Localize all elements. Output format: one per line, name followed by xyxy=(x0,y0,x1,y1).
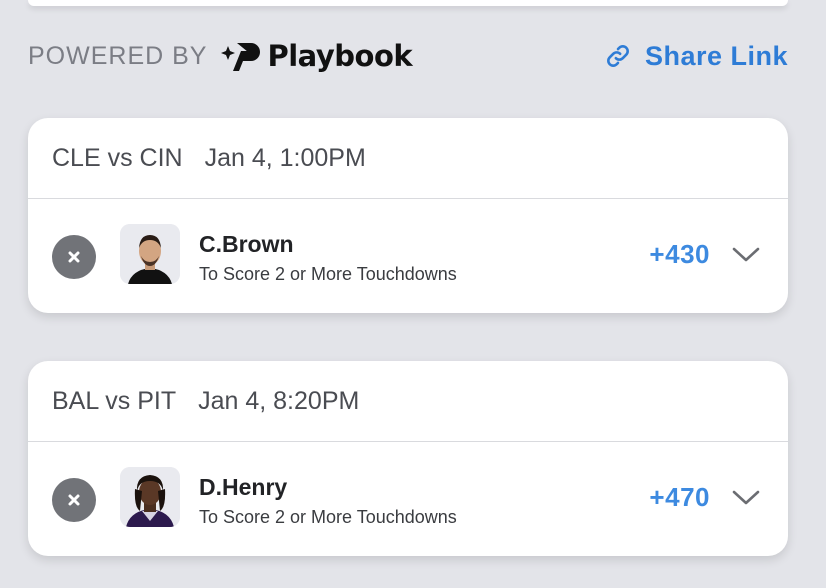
brand-name: Playbook xyxy=(267,39,413,73)
expand-button[interactable] xyxy=(732,490,760,506)
game-header: BAL vs PIT Jan 4, 8:20PM xyxy=(28,361,788,442)
playbook-logo: Playbook xyxy=(221,39,413,73)
game-header: CLE vs CIN Jan 4, 1:00PM xyxy=(28,118,788,199)
bet-row: D.Henry To Score 2 or More Touchdowns +4… xyxy=(28,442,788,556)
matchup: BAL vs PIT xyxy=(52,386,177,415)
bet-card: BAL vs PIT Jan 4, 8:20PM D.Henry To Scor… xyxy=(28,361,788,556)
close-icon xyxy=(68,494,80,506)
matchup: CLE vs CIN xyxy=(52,143,183,172)
remove-bet-button[interactable] xyxy=(52,478,96,522)
powered-by-bar: POWERED BY Playbook Share Link xyxy=(28,34,788,78)
close-icon xyxy=(68,251,80,263)
game-time: Jan 4, 1:00PM xyxy=(204,143,366,172)
bet-market: To Score 2 or More Touchdowns xyxy=(199,264,457,284)
previous-card-edge xyxy=(28,0,788,6)
powered-by: POWERED BY Playbook xyxy=(28,39,413,73)
game-time: Jan 4, 8:20PM xyxy=(198,386,360,415)
powered-by-label: POWERED BY xyxy=(28,41,208,70)
player-avatar xyxy=(120,467,180,527)
playbook-logo-icon xyxy=(221,43,261,71)
chevron-down-icon xyxy=(732,247,760,262)
link-icon xyxy=(607,45,629,67)
share-link-button[interactable]: Share Link xyxy=(605,41,788,72)
player-info: C.Brown To Score 2 or More Touchdowns xyxy=(199,231,457,285)
player-info: D.Henry To Score 2 or More Touchdowns xyxy=(199,474,457,528)
odds: +430 xyxy=(649,239,710,269)
player-avatar xyxy=(120,224,180,284)
player-name: C.Brown xyxy=(199,231,294,257)
bet-card: CLE vs CIN Jan 4, 1:00PM C.Brown To Scor… xyxy=(28,118,788,313)
bet-row: C.Brown To Score 2 or More Touchdowns +4… xyxy=(28,199,788,313)
remove-bet-button[interactable] xyxy=(52,235,96,279)
odds: +470 xyxy=(649,482,710,512)
expand-button[interactable] xyxy=(732,247,760,263)
chevron-down-icon xyxy=(732,490,760,505)
bet-market: To Score 2 or More Touchdowns xyxy=(199,507,457,527)
player-name: D.Henry xyxy=(199,474,288,500)
share-link-label: Share Link xyxy=(644,40,788,71)
